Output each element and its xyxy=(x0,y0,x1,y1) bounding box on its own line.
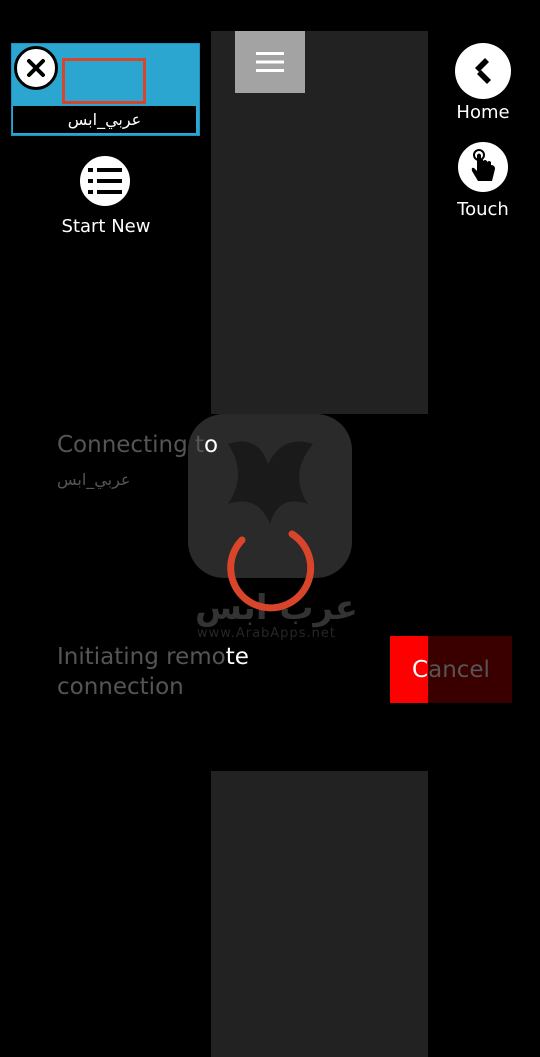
close-icon xyxy=(27,59,45,77)
menu-button[interactable] xyxy=(235,31,305,93)
touch-label: Touch xyxy=(457,199,509,220)
start-new-label: Start New xyxy=(61,216,151,237)
remote-desktop-icon xyxy=(475,58,491,84)
touch-button[interactable] xyxy=(455,139,511,195)
hamburger-icon xyxy=(256,52,284,72)
close-session-button[interactable] xyxy=(14,46,58,90)
list-icon xyxy=(88,168,122,194)
home-button[interactable] xyxy=(455,43,511,99)
status-line-1-suffix: te xyxy=(225,644,249,670)
session-name: عربي_ابس xyxy=(13,106,196,133)
cancel-label-first: C xyxy=(412,656,429,683)
connecting-label-prefix: Connecting t xyxy=(57,432,204,458)
connecting-label: Connecting to xyxy=(57,432,218,458)
status-line-1-prefix: Initiating remo xyxy=(57,644,226,670)
watermark-url: www.ArabApps.net xyxy=(197,626,336,641)
start-new-button[interactable] xyxy=(77,153,133,209)
connecting-label-suffix: o xyxy=(204,432,219,458)
touch-hand-icon xyxy=(471,149,495,181)
status-line-1: Initiating remote xyxy=(57,644,249,670)
cancel-label-rest: ancel xyxy=(428,656,490,683)
loading-spinner-icon xyxy=(227,530,315,612)
status-line-2: connection xyxy=(57,674,184,700)
home-label: Home xyxy=(456,102,510,123)
connecting-target: عربي_ابس xyxy=(57,470,131,489)
session-preview xyxy=(62,58,146,104)
cancel-button[interactable]: Cancel xyxy=(390,636,512,703)
